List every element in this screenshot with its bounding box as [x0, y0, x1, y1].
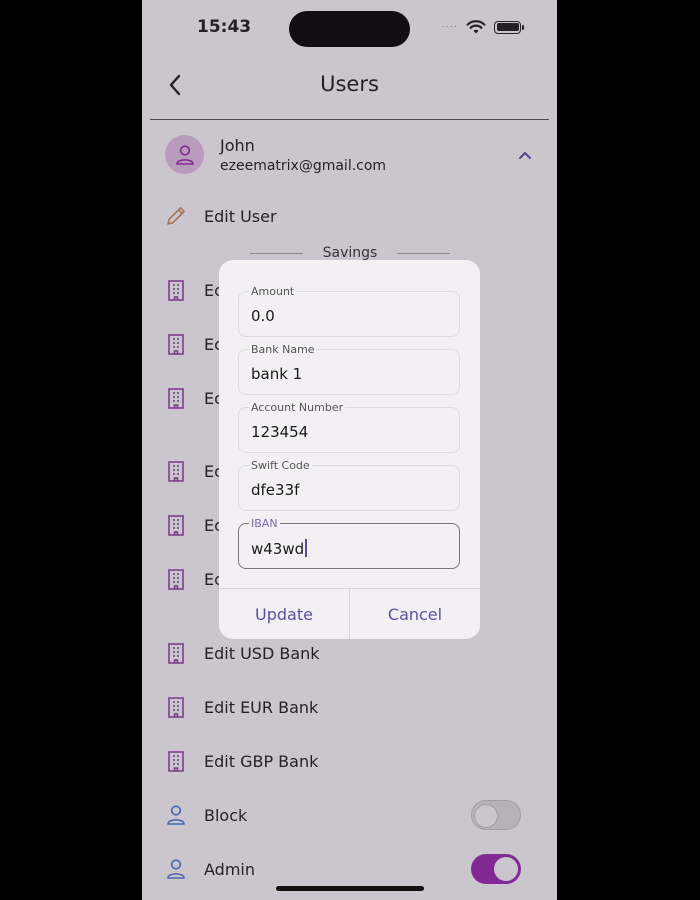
phone-screen: 15:43 ···· Users John ezeematrix@gmail.c… — [142, 0, 557, 900]
account-number-value: 123454 — [251, 423, 309, 441]
iban-field[interactable]: IBAN w43wd — [238, 517, 460, 569]
iban-label: IBAN — [249, 517, 280, 530]
update-button[interactable]: Update — [219, 589, 349, 639]
swift-code-field[interactable]: Swift Code dfe33f — [238, 459, 460, 511]
swift-code-label: Swift Code — [249, 459, 312, 472]
bank-name-field[interactable]: Bank Name bank 1 — [238, 343, 460, 395]
swift-code-value: dfe33f — [251, 481, 300, 499]
account-number-field[interactable]: Account Number 123454 — [238, 401, 460, 453]
cancel-button[interactable]: Cancel — [349, 589, 480, 639]
text-cursor — [305, 539, 307, 557]
bank-name-label: Bank Name — [249, 343, 317, 356]
home-indicator[interactable] — [276, 886, 424, 891]
bank-name-value: bank 1 — [251, 365, 303, 383]
iban-value-wrap: w43wd — [251, 539, 307, 558]
amount-value: 0.0 — [251, 307, 275, 325]
edit-bank-dialog: Amount 0.0 Bank Name bank 1 Account Numb… — [219, 260, 480, 639]
iban-value: w43wd — [251, 540, 305, 558]
dialog-actions: Update Cancel — [219, 588, 480, 639]
amount-label: Amount — [249, 285, 297, 298]
account-number-label: Account Number — [249, 401, 346, 414]
amount-field[interactable]: Amount 0.0 — [238, 285, 460, 337]
